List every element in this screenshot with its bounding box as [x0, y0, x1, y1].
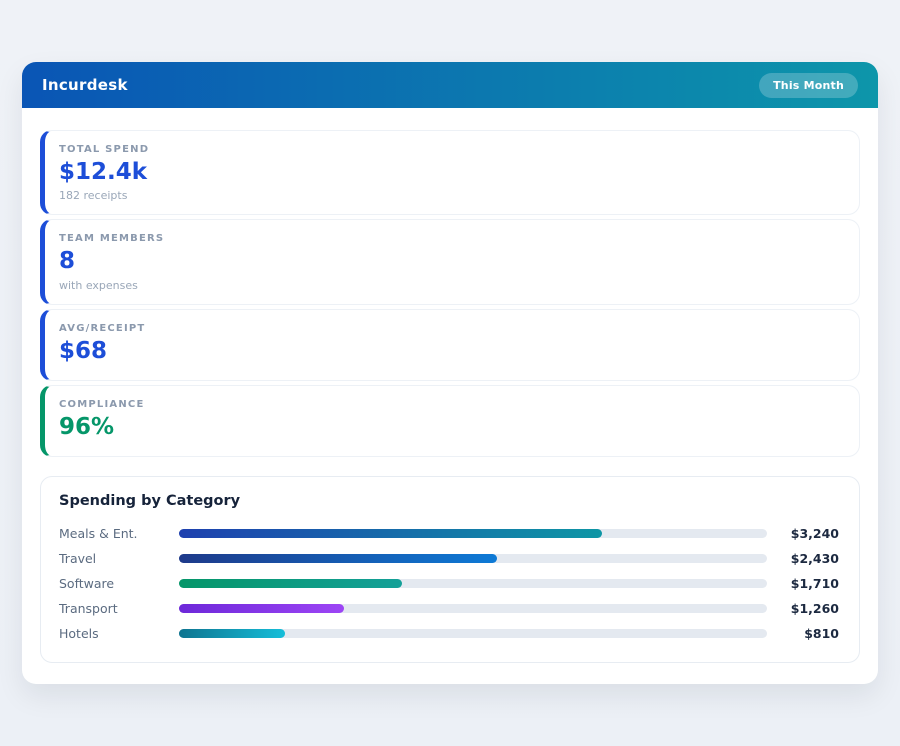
bar-track	[179, 604, 767, 613]
app-header: Incurdesk This Month	[22, 62, 878, 108]
category-value: $2,430	[767, 551, 839, 566]
bar-fill-meals	[179, 529, 602, 538]
dashboard-window: Incurdesk This Month TOTAL SPEND $12.4k …	[22, 62, 878, 684]
stat-subtext: with expenses	[59, 279, 841, 292]
category-value: $1,710	[767, 576, 839, 591]
bar-fill-travel	[179, 554, 497, 563]
bar-fill-software	[179, 579, 402, 588]
bar-track	[179, 554, 767, 563]
stat-card-compliance: COMPLIANCE 96%	[40, 385, 860, 457]
bar-track	[179, 529, 767, 538]
stat-value: $68	[59, 339, 841, 364]
stat-value: $12.4k	[59, 160, 841, 185]
stat-value: 8	[59, 249, 841, 274]
stat-value: 96%	[59, 415, 841, 440]
stat-subtext: 182 receipts	[59, 189, 841, 202]
chart-row-hotels: Hotels $810	[59, 621, 839, 646]
bar-track	[179, 629, 767, 638]
period-badge[interactable]: This Month	[759, 73, 858, 98]
category-label: Software	[59, 576, 179, 591]
stat-label: TEAM MEMBERS	[59, 233, 841, 244]
category-value: $810	[767, 626, 839, 641]
stat-label: TOTAL SPEND	[59, 144, 841, 155]
stat-label: COMPLIANCE	[59, 399, 841, 410]
bar-track	[179, 579, 767, 588]
category-label: Travel	[59, 551, 179, 566]
stat-card-total-spend: TOTAL SPEND $12.4k 182 receipts	[40, 130, 860, 215]
chart-title: Spending by Category	[59, 493, 839, 509]
stat-card-team-members: TEAM MEMBERS 8 with expenses	[40, 219, 860, 304]
category-label: Meals & Ent.	[59, 526, 179, 541]
bar-fill-transport	[179, 604, 344, 613]
chart-row-software: Software $1,710	[59, 571, 839, 596]
app-title: Incurdesk	[42, 76, 128, 94]
bar-fill-hotels	[179, 629, 285, 638]
dashboard-content: TOTAL SPEND $12.4k 182 receipts TEAM MEM…	[22, 108, 878, 663]
category-label: Transport	[59, 601, 179, 616]
stat-label: AVG/RECEIPT	[59, 323, 841, 334]
category-label: Hotels	[59, 626, 179, 641]
category-value: $3,240	[767, 526, 839, 541]
chart-row-transport: Transport $1,260	[59, 596, 839, 621]
stat-card-avg-receipt: AVG/RECEIPT $68	[40, 309, 860, 381]
spending-by-category-panel: Spending by Category Meals & Ent. $3,240…	[40, 476, 860, 663]
chart-row-travel: Travel $2,430	[59, 546, 839, 571]
page-background: Incurdesk This Month TOTAL SPEND $12.4k …	[0, 0, 900, 746]
chart-row-meals: Meals & Ent. $3,240	[59, 521, 839, 546]
category-value: $1,260	[767, 601, 839, 616]
